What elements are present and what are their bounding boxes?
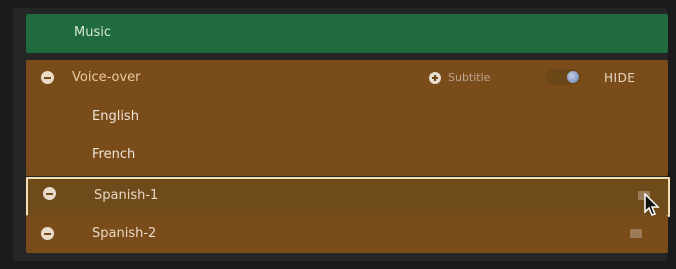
track-label: Spanish-1 [94,188,159,203]
track-label: Spanish-2 [92,226,157,241]
subtitle-label[interactable]: Subtitle [448,71,490,84]
mouse-cursor-icon [644,193,660,216]
subtitle-toggle[interactable] [545,69,581,85]
voice-over-group: Voice-over Subtitle HIDE English French [26,60,668,176]
language-label: English [92,109,139,124]
music-track[interactable]: Music [26,14,668,53]
add-subtitle-icon[interactable] [429,72,441,84]
collapse-track-icon[interactable] [43,187,56,200]
language-item-french[interactable]: French [26,136,668,174]
collapse-voice-over-icon[interactable] [41,71,54,84]
track-row-spanish-2[interactable]: Spanish-2 [26,215,668,253]
collapse-track-icon[interactable] [41,227,54,240]
language-label: French [92,147,136,162]
language-item-english[interactable]: English [26,98,668,136]
voice-over-label: Voice-over [72,70,141,85]
toggle-knob [567,71,579,83]
track-options-icon[interactable] [630,229,642,238]
track-row-spanish-1[interactable]: Spanish-1 [26,177,670,217]
music-track-label: Music [74,25,111,40]
voice-over-header: Voice-over Subtitle HIDE [26,60,668,96]
hide-button[interactable]: HIDE [604,71,635,85]
